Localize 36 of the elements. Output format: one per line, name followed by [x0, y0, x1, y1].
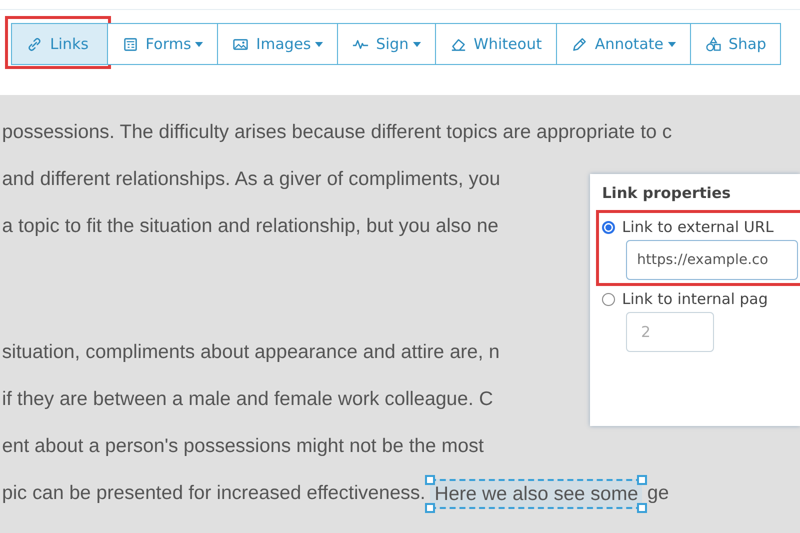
panel-title: Link properties — [602, 184, 732, 202]
resize-handle[interactable] — [637, 502, 648, 513]
pen-icon — [570, 36, 588, 52]
document-text: pic can be presented for increased effectiveness. — [2, 482, 426, 504]
form-icon — [122, 36, 139, 52]
document-text: ge — [647, 482, 669, 504]
option-label: Link to internal pag — [622, 290, 768, 308]
caret-icon — [195, 42, 204, 46]
resize-handle[interactable] — [425, 502, 436, 513]
resize-handle[interactable] — [637, 474, 648, 485]
caret-icon — [314, 42, 323, 46]
shapes-icon — [704, 36, 722, 52]
radio-button[interactable] — [602, 220, 615, 234]
link-icon — [26, 36, 43, 52]
selection-box[interactable]: Here we also see some — [425, 474, 648, 513]
input-field[interactable]: https://example.co — [626, 240, 798, 280]
toolbar-button[interactable]: Whiteout — [434, 23, 557, 65]
document-text: possessions. The difficulty arises because different topics are appropriate to c — [2, 121, 672, 143]
selected-text: Here we also see some — [434, 482, 638, 505]
document-text: situation, compliments about appearance and attire are, n — [2, 341, 500, 363]
document-text: and different relationships. As a giver of compliments, you — [2, 168, 500, 190]
toolbar-button[interactable]: Forms — [106, 23, 218, 65]
toolbar-button[interactable]: Annotate — [556, 23, 690, 65]
document-text: a topic to fit the situation and relationship, but you also ne — [2, 215, 498, 237]
document-text: if they are between a male and female work colleague. C — [2, 388, 494, 410]
document-text: ent about a person's possessions might not be the most — [2, 435, 484, 457]
radio-button[interactable] — [602, 292, 615, 306]
caret-icon — [412, 42, 421, 46]
option-label: Link to external URL — [622, 218, 774, 236]
caret-icon — [668, 42, 676, 46]
toolbar-button[interactable]: Images — [217, 23, 338, 65]
toolbar-button[interactable]: Shap — [690, 23, 782, 65]
resize-handle[interactable] — [425, 474, 436, 485]
toolbar-button[interactable]: Sign — [336, 23, 436, 65]
toolbar-button[interactable]: Links — [11, 23, 108, 65]
input-field[interactable]: 2 — [626, 312, 714, 352]
